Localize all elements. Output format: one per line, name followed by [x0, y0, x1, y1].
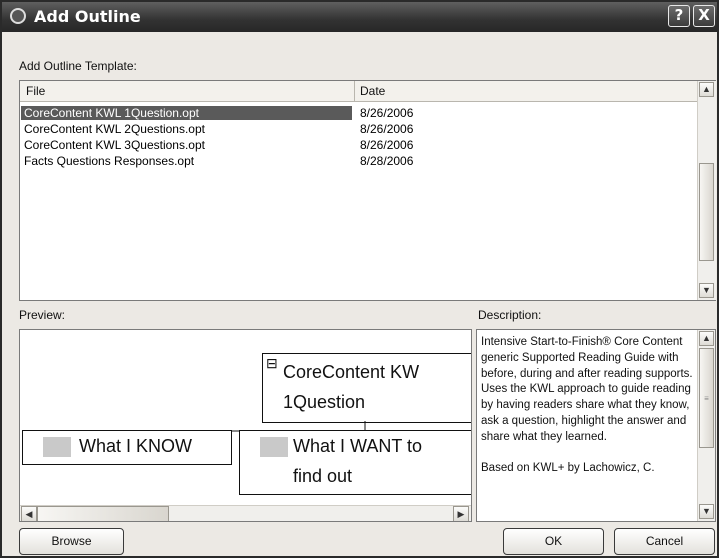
row-file-name: CoreContent KWL 3Questions.opt [24, 138, 205, 152]
title-bar[interactable]: Add Outline ? X [2, 2, 717, 32]
preview-pane: ⊟ CoreContent KW 1Question What I KNOW W… [19, 329, 472, 522]
preview-horizontal-scrollbar[interactable]: ◀ ▶ [20, 505, 471, 521]
description-vertical-scrollbar[interactable]: ▲ ≡ ▼ [697, 330, 715, 521]
ok-button[interactable]: OK [503, 528, 604, 555]
row-date: 8/26/2006 [360, 138, 414, 152]
description-label: Description: [478, 308, 542, 322]
list-row[interactable]: CoreContent KWL 2Questions.opt 8/26/2006 [20, 121, 697, 137]
scroll-down-icon[interactable]: ▼ [699, 283, 714, 298]
cancel-button[interactable]: Cancel [614, 528, 715, 555]
window-title: Add Outline [34, 7, 141, 26]
browse-button[interactable]: Browse [19, 528, 124, 555]
scroll-up-icon[interactable]: ▲ [699, 82, 714, 97]
scroll-thumb[interactable]: ≡ [699, 348, 714, 448]
row-file-name: Facts Questions Responses.opt [24, 154, 195, 168]
list-header: File Date [20, 81, 697, 102]
child-node-know: What I KNOW [22, 430, 232, 465]
row-date: 8/28/2006 [360, 154, 414, 168]
close-button[interactable]: X [693, 5, 715, 27]
child1-text: What I KNOW [79, 436, 193, 456]
child-node-want: What I WANT to find out [239, 430, 471, 495]
column-header-date[interactable]: Date [360, 84, 385, 98]
list-row[interactable]: CoreContent KWL 3Questions.opt 8/26/2006 [20, 137, 697, 153]
scroll-thumb[interactable] [699, 163, 714, 261]
column-divider[interactable] [354, 81, 355, 101]
row-file-name: CoreContent KWL 2Questions.opt [24, 122, 205, 136]
scroll-down-icon[interactable]: ▼ [699, 504, 714, 519]
scroll-thumb[interactable] [37, 506, 169, 521]
scroll-up-icon[interactable]: ▲ [699, 331, 714, 346]
app-icon [10, 8, 26, 24]
child2-line2: find out [293, 466, 353, 486]
add-outline-dialog: Add Outline ? X Add Outline Template: Fi… [0, 0, 719, 558]
row-date: 8/26/2006 [360, 122, 414, 136]
description-box[interactable]: Intensive Start-to-Finish® Core Content … [476, 329, 716, 522]
scroll-left-icon[interactable]: ◀ [21, 506, 37, 521]
list-vertical-scrollbar[interactable]: ▲ ▼ [697, 81, 716, 300]
template-list[interactable]: File Date CoreContent KWL 1Question.opt 8… [19, 80, 716, 301]
node-color-swatch [43, 437, 71, 457]
child2-line1: What I WANT to [293, 436, 423, 456]
scroll-right-icon[interactable]: ▶ [453, 506, 469, 521]
row-file-name: CoreContent KWL 1Question.opt [21, 106, 352, 120]
template-label: Add Outline Template: [19, 59, 137, 73]
node-color-swatch [260, 437, 288, 457]
description-text: Intensive Start-to-Finish® Core Content … [481, 336, 693, 475]
column-header-file[interactable]: File [26, 84, 45, 98]
preview-label: Preview: [19, 308, 66, 322]
help-button[interactable]: ? [668, 5, 690, 27]
row-date: 8/26/2006 [360, 106, 414, 120]
list-row[interactable]: CoreContent KWL 1Question.opt 8/26/2006 [20, 105, 697, 121]
list-row[interactable]: Facts Questions Responses.opt 8/28/2006 [20, 153, 697, 169]
